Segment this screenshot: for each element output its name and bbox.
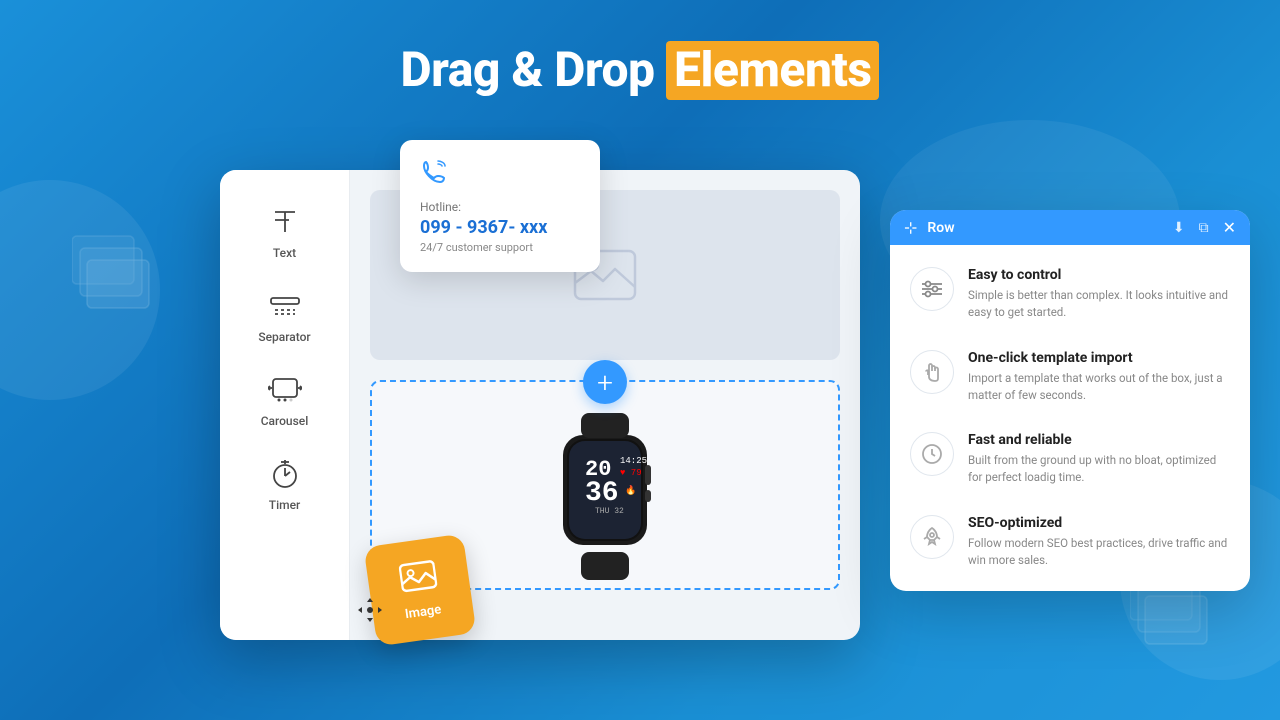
sidebar-item-carousel[interactable]: Carousel bbox=[230, 358, 340, 438]
hotline-support: 24/7 customer support bbox=[420, 241, 580, 254]
feature-text-template: One-click template import Import a templ… bbox=[968, 350, 1230, 405]
sidebar: Text Separator bbox=[220, 170, 350, 640]
feature-title-template: One-click template import bbox=[968, 350, 1230, 366]
feature-title-easy: Easy to control bbox=[968, 267, 1230, 283]
svg-text:🔥: 🔥 bbox=[625, 484, 636, 496]
feature-desc-fast: Built from the ground up with no bloat, … bbox=[968, 452, 1230, 487]
image-drag-label: Image bbox=[404, 602, 442, 622]
sidebar-item-timer[interactable]: Timer bbox=[230, 442, 340, 522]
toolbar-download-icon[interactable]: ⬇ bbox=[1173, 220, 1185, 236]
feature-title-seo: SEO-optimized bbox=[968, 515, 1230, 531]
features-panel: ⊹ Row ⬇ ⧉ ✕ bbox=[890, 210, 1250, 591]
add-element-button[interactable]: + bbox=[583, 360, 627, 404]
toolbar-actions: ⬇ ⧉ ✕ bbox=[1173, 218, 1236, 237]
feature-text-easy: Easy to control Simple is better than co… bbox=[968, 267, 1230, 322]
header: Drag & Drop Elements bbox=[0, 0, 1280, 97]
toolbar-close-button[interactable]: ✕ bbox=[1223, 218, 1236, 237]
carousel-icon bbox=[267, 372, 303, 408]
sidebar-item-separator-label: Separator bbox=[258, 330, 310, 344]
features-toolbar: ⊹ Row ⬇ ⧉ ✕ bbox=[890, 210, 1250, 245]
hotline-card: Hotline: 099 - 9367- xxx 24/7 customer s… bbox=[400, 140, 600, 272]
feature-item-template: One-click template import Import a templ… bbox=[890, 336, 1250, 419]
title-highlight: Elements bbox=[666, 41, 879, 100]
sidebar-item-text[interactable]: Text bbox=[230, 190, 340, 270]
sidebar-item-text-label: Text bbox=[273, 246, 296, 260]
page-title: Drag & Drop Elements bbox=[0, 42, 1280, 97]
rocket-icon bbox=[910, 515, 954, 559]
hotline-number: 099 - 9367- xxx bbox=[420, 217, 580, 238]
feature-desc-template: Import a template that works out of the … bbox=[968, 370, 1230, 405]
title-part1: Drag & Drop bbox=[401, 41, 667, 98]
svg-text:♥ 79: ♥ 79 bbox=[620, 468, 642, 478]
sidebar-item-separator[interactable]: Separator bbox=[230, 274, 340, 354]
separator-icon bbox=[267, 288, 303, 324]
image-drag-element[interactable]: Image bbox=[364, 534, 477, 647]
sliders-icon bbox=[910, 267, 954, 311]
move-cursor-indicator bbox=[355, 595, 385, 625]
image-drag-icon bbox=[398, 558, 439, 602]
feature-item-fast: Fast and reliable Built from the ground … bbox=[890, 418, 1250, 501]
stack-decoration-left bbox=[72, 230, 162, 314]
feature-text-fast: Fast and reliable Built from the ground … bbox=[968, 432, 1230, 487]
feature-item-seo: SEO-optimized Follow modern SEO best pra… bbox=[890, 501, 1250, 584]
feature-desc-easy: Simple is better than complex. It looks … bbox=[968, 287, 1230, 322]
watch-preview: 20 14:25 ♥ 79 36 🔥 THU 32 bbox=[530, 403, 680, 588]
main-content: Text Separator bbox=[220, 140, 1230, 700]
sidebar-item-carousel-label: Carousel bbox=[261, 414, 309, 428]
toolbar-copy-icon[interactable]: ⧉ bbox=[1199, 220, 1209, 236]
svg-text:THU 32: THU 32 bbox=[595, 507, 624, 516]
text-icon bbox=[267, 204, 303, 240]
features-list: Easy to control Simple is better than co… bbox=[890, 245, 1250, 591]
clock-icon bbox=[910, 432, 954, 476]
svg-text:14:25: 14:25 bbox=[620, 456, 647, 466]
hotline-label: Hotline: bbox=[420, 200, 580, 214]
feature-desc-seo: Follow modern SEO best practices, drive … bbox=[968, 535, 1230, 570]
svg-text:36: 36 bbox=[585, 478, 619, 509]
feature-title-fast: Fast and reliable bbox=[968, 432, 1230, 448]
toolbar-row-label: Row bbox=[927, 220, 1162, 236]
hand-icon bbox=[910, 350, 954, 394]
feature-text-seo: SEO-optimized Follow modern SEO best pra… bbox=[968, 515, 1230, 570]
feature-item-easy: Easy to control Simple is better than co… bbox=[890, 253, 1250, 336]
sidebar-item-timer-label: Timer bbox=[269, 498, 301, 512]
move-icon[interactable]: ⊹ bbox=[904, 218, 917, 237]
phone-icon bbox=[420, 158, 580, 192]
timer-icon bbox=[267, 456, 303, 492]
